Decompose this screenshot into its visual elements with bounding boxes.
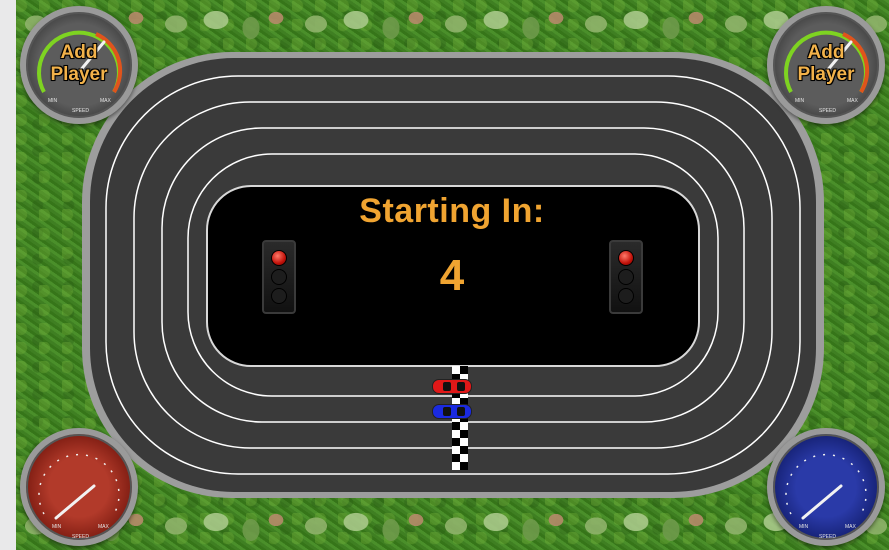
player-speed-gauge-red[interactable]: MIN MAX SPEED — [20, 428, 138, 546]
finish-line-square — [460, 366, 468, 374]
finish-line-square — [460, 462, 468, 470]
red-car — [432, 379, 472, 394]
gauge-speed-label: SPEED — [819, 108, 836, 114]
add-player-label-line2: Player — [50, 64, 108, 85]
finish-line-square — [460, 446, 468, 454]
gauge-min-label: MIN — [799, 524, 809, 530]
finish-line-square — [460, 454, 468, 462]
finish-line-square — [452, 438, 460, 446]
finish-line-square — [452, 462, 460, 470]
add-player-label-line2: Player — [797, 64, 855, 85]
red-lamp — [618, 249, 634, 266]
gauge-needle — [801, 484, 843, 520]
game-stage: Starting In: 4 Add Player MIN MAX SPEED — [16, 0, 889, 550]
traffic-light-right — [609, 240, 643, 314]
gauge-min-label: MIN — [48, 98, 58, 104]
add-player-gauge-top-left[interactable]: Add Player MIN MAX SPEED — [20, 6, 138, 124]
gauge-max-label: MAX — [847, 98, 858, 104]
gauge-max-label: MAX — [100, 98, 111, 104]
finish-line-square — [460, 438, 468, 446]
finish-line-square — [452, 446, 460, 454]
gauge-speed-label: SPEED — [72, 534, 89, 540]
speedometer-dial — [785, 453, 867, 520]
countdown-value: 4 — [439, 251, 465, 300]
finish-line-square — [452, 366, 460, 374]
gauge-max-label: MAX — [845, 524, 856, 530]
add-player-label-line1: Add — [60, 42, 98, 63]
finish-line-square — [452, 454, 460, 462]
yellow-lamp — [618, 268, 634, 285]
yellow-lamp — [271, 268, 287, 285]
countdown-label: Starting In: — [359, 192, 545, 230]
gauge-max-label: MAX — [98, 524, 109, 530]
car-window — [457, 382, 465, 391]
finish-line-square — [452, 422, 460, 430]
traffic-light-left — [262, 240, 296, 314]
car-window — [443, 407, 451, 416]
player-speed-gauge-blue[interactable]: MIN MAX SPEED — [767, 428, 885, 546]
speedometer-dial — [38, 453, 120, 520]
car-window — [457, 407, 465, 416]
gauge-needle — [54, 484, 96, 520]
gauge-min-label: MIN — [795, 98, 805, 104]
blue-car — [432, 404, 472, 419]
finish-line-square — [460, 430, 468, 438]
red-lamp — [271, 249, 287, 266]
gauge-min-label: MIN — [52, 524, 62, 530]
green-lamp — [618, 288, 634, 305]
add-player-label-line1: Add — [807, 42, 845, 63]
add-player-gauge-top-right[interactable]: Add Player MIN MAX SPEED — [767, 6, 885, 124]
green-lamp — [271, 288, 287, 305]
gauge-speed-label: SPEED — [72, 108, 89, 114]
finish-line-square — [460, 422, 468, 430]
gauge-speed-label: SPEED — [819, 534, 836, 540]
finish-line-square — [452, 430, 460, 438]
car-window — [443, 382, 451, 391]
